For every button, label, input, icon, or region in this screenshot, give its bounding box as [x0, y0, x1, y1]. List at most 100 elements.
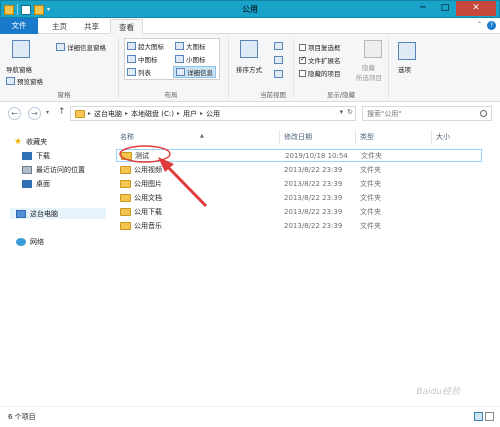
recent-locations-chevron-icon[interactable]: ▾	[46, 109, 49, 116]
breadcrumb-users[interactable]: 用户	[183, 109, 197, 119]
sort-ascending-icon: ▲	[200, 133, 204, 139]
file-name-cell: 公用文档	[120, 193, 162, 203]
checkbox-checked[interactable]	[299, 55, 306, 64]
layout-large-icons[interactable]: 大图标	[175, 41, 206, 51]
computer-icon	[16, 209, 26, 218]
preview-pane-label: 预览窗格	[17, 78, 43, 86]
file-name: 公用图片	[134, 179, 162, 188]
sort-by-button[interactable]	[240, 40, 258, 60]
nav-item-label: 收藏夹	[26, 137, 48, 146]
search-icon[interactable]	[480, 110, 487, 117]
up-button[interactable]: ↑	[58, 107, 66, 117]
tab-home[interactable]: 主页	[44, 19, 75, 34]
add-columns-button[interactable]	[274, 56, 283, 64]
options-label[interactable]: 选项	[398, 64, 411, 74]
view-switcher	[474, 412, 494, 421]
details-view-icon[interactable]	[474, 412, 483, 421]
breadcrumb-this-pc[interactable]: 这台电脑	[94, 109, 122, 119]
file-date: 2013/8/22 23:39	[284, 221, 343, 230]
file-name: 公用音乐	[134, 221, 162, 230]
navigation-pane-button[interactable]	[10, 40, 32, 60]
file-name: 公用下载	[134, 207, 162, 216]
layout-small-icons[interactable]: 小图标	[175, 54, 206, 64]
nav-item-label: 下载	[36, 151, 50, 160]
search-input[interactable]	[367, 109, 477, 118]
size-columns-icon	[274, 70, 283, 78]
column-header-name[interactable]: 名称 ▲	[116, 130, 280, 144]
checkbox[interactable]	[299, 69, 306, 77]
extra-large-icons-icon	[127, 42, 136, 50]
checkbox[interactable]	[299, 43, 306, 51]
watermark: Baidu经验	[416, 387, 460, 397]
table-row[interactable]: 公用下载 2013/8/22 23:39 文件夹	[116, 205, 482, 218]
table-row[interactable]: 测试 2019/10/18 10:54 文件夹	[116, 149, 482, 162]
size-columns-button[interactable]	[274, 70, 283, 78]
nav-item-recent-places[interactable]: 最近访问的位置	[22, 164, 85, 175]
file-type: 文件夹	[360, 207, 381, 216]
recent-places-icon	[22, 165, 32, 174]
sort-by-label[interactable]: 排序方式	[236, 64, 262, 74]
item-checkboxes-toggle[interactable]: 项目复选框	[299, 42, 341, 52]
navigation-pane: ★ 收藏夹 下载 最近访问的位置 桌面 这台电脑 网络	[0, 126, 112, 406]
hidden-items-toggle[interactable]: 隐藏的项目	[299, 68, 341, 78]
address-bar[interactable]: ▸ 这台电脑 ▸ 本地磁盘 (C:) ▸ 用户 ▸ 公用 ▾ ↻	[70, 106, 356, 121]
nav-item-downloads[interactable]: 下载	[22, 150, 50, 161]
file-extensions-toggle[interactable]: 文件扩展名	[299, 55, 341, 65]
navigation-pane-label[interactable]: 导航窗格	[6, 64, 32, 74]
column-header-size[interactable]: 大小	[432, 130, 482, 144]
maximize-button[interactable]: □	[434, 1, 456, 16]
layout-list-label: 列表	[138, 69, 151, 77]
column-header-type[interactable]: 类型	[356, 130, 432, 144]
small-icons-icon	[175, 55, 184, 63]
folder-icon	[120, 221, 131, 230]
tab-share[interactable]: 共享	[76, 19, 107, 34]
large-icons-view-icon[interactable]	[485, 412, 494, 421]
breadcrumb-public[interactable]: 公用	[206, 109, 220, 119]
tab-view[interactable]: 查看	[110, 19, 143, 34]
layout-details[interactable]: 详细信息	[173, 66, 216, 78]
hidden-items-label: 隐藏的项目	[308, 70, 341, 78]
layout-large-label: 大图标	[186, 43, 206, 51]
nav-item-favorites[interactable]: ★ 收藏夹	[14, 136, 47, 147]
sort-icon	[240, 40, 258, 58]
table-row[interactable]: 公用视频 2013/8/22 23:39 文件夹	[116, 163, 482, 176]
group-by-button[interactable]	[274, 42, 283, 50]
navigation-pane-icon	[12, 40, 30, 58]
layout-medium-icons[interactable]: 中图标	[127, 54, 158, 64]
nav-item-desktop[interactable]: 桌面	[22, 178, 50, 189]
nav-item-this-pc[interactable]: 这台电脑	[10, 208, 106, 219]
layout-extra-large-icons[interactable]: 超大图标	[127, 41, 164, 51]
list-icon	[127, 68, 136, 76]
search-box[interactable]	[362, 106, 492, 121]
column-header-date[interactable]: 修改日期	[280, 130, 356, 144]
details-icon	[176, 68, 185, 76]
nav-item-network[interactable]: 网络	[16, 236, 44, 247]
preview-pane-button[interactable]: 预览窗格	[6, 76, 43, 86]
group-label-current-view: 当前视图	[260, 91, 286, 99]
collapse-ribbon-icon[interactable]: ⌃	[477, 21, 482, 28]
close-button[interactable]: ✕	[456, 1, 496, 16]
folder-icon	[121, 151, 132, 160]
table-row[interactable]: 公用图片 2013/8/22 23:39 文件夹	[116, 177, 482, 190]
file-name: 公用文档	[134, 193, 162, 202]
network-icon	[16, 237, 26, 246]
group-by-icon	[274, 42, 283, 50]
address-history-chevron-icon[interactable]: ▾	[340, 108, 344, 116]
hide-selected-icon	[364, 40, 382, 58]
tab-file[interactable]: 文件	[0, 18, 38, 34]
table-row[interactable]: 公用音乐 2013/8/22 23:39 文件夹	[116, 219, 482, 232]
file-date: 2013/8/22 23:39	[284, 193, 343, 202]
options-button[interactable]	[398, 42, 416, 62]
details-pane-button[interactable]: 详细信息窗格	[56, 42, 106, 52]
table-row[interactable]: 公用文档 2013/8/22 23:39 文件夹	[116, 191, 482, 204]
refresh-icon[interactable]: ↻	[347, 108, 353, 116]
forward-button[interactable]: →	[28, 107, 41, 120]
help-icon[interactable]: ?	[487, 21, 496, 30]
layout-list[interactable]: 列表	[127, 67, 151, 77]
file-extensions-label: 文件扩展名	[308, 57, 341, 65]
layout-small-label: 小图标	[186, 56, 206, 64]
breadcrumb-local-disk[interactable]: 本地磁盘 (C:)	[131, 109, 174, 119]
divider	[388, 38, 389, 98]
minimize-button[interactable]: ─	[412, 1, 434, 16]
back-button[interactable]: ←	[8, 107, 21, 120]
